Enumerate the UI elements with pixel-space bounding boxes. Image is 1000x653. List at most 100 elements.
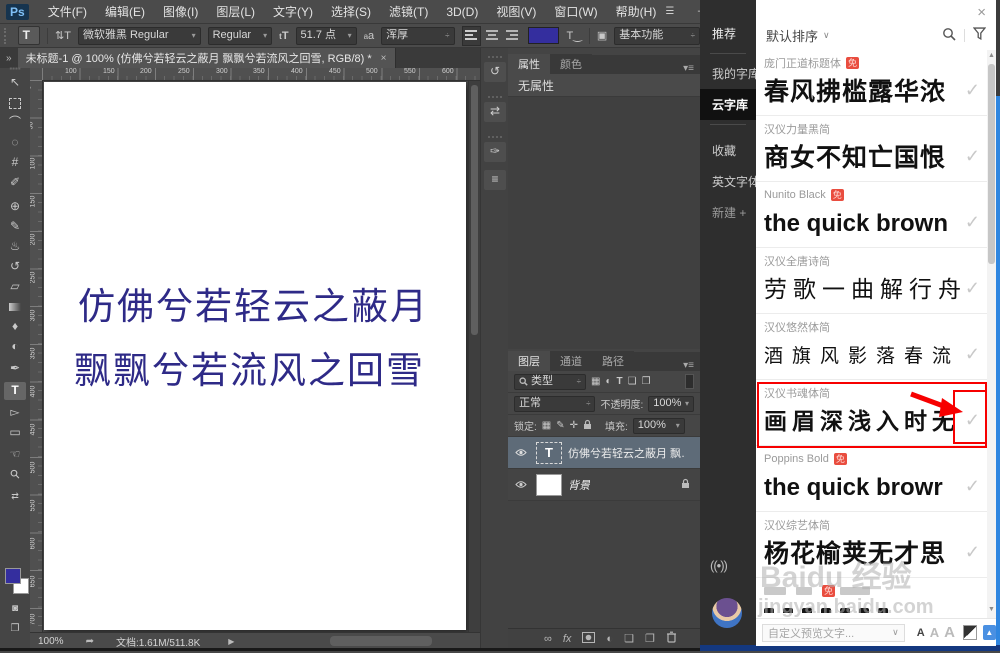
font-list-item[interactable]: Nunito Black免 the quick brown ✓ [756, 182, 996, 248]
scroll-up-icon[interactable]: ▲ [987, 52, 996, 59]
panel-menu-icon[interactable]: ▾≡ [677, 63, 700, 74]
layer-filter-select[interactable]: 类型÷ [514, 374, 586, 390]
filter-toggle[interactable] [685, 374, 694, 389]
custom-preview-input[interactable]: 自定义预览文字...∨ [762, 624, 905, 642]
clone-stamp-tool[interactable]: ♨ [4, 238, 26, 256]
canvas-text-line1[interactable]: 仿佛兮若轻云之蔽月 [78, 276, 429, 330]
preview-size-small[interactable]: A [917, 627, 925, 639]
type-tool-preset-icon[interactable]: T ▾ [18, 26, 40, 45]
share-icon[interactable]: ➦ [86, 636, 94, 647]
menu-item-3d[interactable]: 3D(D) [437, 5, 487, 19]
move-tool[interactable]: ↖ [4, 74, 26, 92]
broadcast-icon[interactable]: ((•)) [710, 558, 727, 573]
preview-size-medium[interactable]: A [930, 625, 939, 640]
dodge-tool[interactable]: ◐ [4, 338, 26, 356]
scroll-down-icon[interactable]: ▼ [987, 606, 996, 613]
check-icon[interactable]: ✓ [965, 80, 980, 101]
font-size-select[interactable]: 51.7 点▾ [296, 27, 357, 45]
canvas-vertical-scrollbar[interactable] [468, 81, 480, 632]
eyedropper-tool[interactable]: ✐ [4, 174, 26, 192]
document-tab[interactable]: 未标题-1 @ 100% (仿佛兮若轻云之蔽月 飘飘兮若流风之回雪, RGB/8… [18, 48, 396, 68]
history-brush-tool[interactable]: ↺ [4, 258, 26, 276]
pen-tool[interactable]: ✒ [4, 360, 26, 378]
align-left-button[interactable] [462, 26, 481, 46]
tool-presets-panel-icon[interactable]: ≡ [484, 170, 506, 190]
filter-shape-icon[interactable]: ❏ [628, 376, 637, 387]
toggle-panels-icon[interactable]: ▣ [597, 29, 607, 42]
text-layer-thumbnail[interactable]: T [536, 442, 562, 464]
font-list-item[interactable]: 汉仪力量黑简 商女不知亡国恨 ✓ [756, 116, 996, 182]
layer-row-text[interactable]: T 仿佛兮若轻云之蔽月 飘… [508, 437, 700, 469]
swap-colors-icon[interactable]: ⇄ [4, 488, 26, 506]
canvas-horizontal-scrollbar[interactable] [330, 636, 432, 646]
font-family-select[interactable]: 微软雅黑 Regular▾ [78, 27, 201, 45]
adjustment-layer-icon[interactable]: ◐ [606, 633, 613, 645]
sidebar-item-my-fonts[interactable]: 我的字库 [700, 58, 756, 89]
menu-item-filter[interactable]: 滤镜(T) [380, 3, 437, 20]
user-avatar[interactable] [712, 598, 742, 628]
panel-menu-icon[interactable]: ▾≡ [677, 360, 700, 371]
tab-color[interactable]: 颜色 [550, 54, 592, 74]
contrast-toggle-icon[interactable] [963, 625, 977, 640]
warp-text-icon[interactable]: T‿ [566, 29, 582, 42]
image-preview-icon[interactable]: ▲ [983, 625, 996, 640]
search-icon[interactable] [942, 27, 956, 44]
filter-icon[interactable] [973, 27, 986, 43]
marquee-tool[interactable] [4, 94, 26, 112]
tab-paths[interactable]: 路径 [592, 351, 634, 371]
link-layers-icon[interactable]: ∞ [544, 633, 552, 645]
scrollbar-thumb[interactable] [988, 64, 995, 264]
filter-adjustment-icon[interactable]: ◐ [605, 376, 611, 387]
filter-smart-icon[interactable]: ❐ [642, 376, 651, 387]
quick-mask-icon[interactable]: ◙ [4, 600, 26, 618]
check-icon[interactable]: ✓ [965, 278, 980, 299]
quick-selection-tool[interactable]: ◌ [4, 134, 26, 152]
lock-paint-icon[interactable]: ✎ [556, 420, 564, 431]
font-list-item[interactable]: Poppins Bold免 the quick browr ✓ [756, 446, 996, 512]
sidebar-item-new[interactable]: 新建 + [700, 197, 756, 228]
clone-source-panel-icon[interactable]: ⇄ [484, 102, 506, 122]
document-canvas[interactable]: 仿佛兮若轻云之蔽月 飘飘兮若流风之回雪 [44, 82, 466, 630]
opacity-select[interactable]: 100%▾ [648, 396, 694, 412]
layer-name[interactable]: 背景 [568, 477, 590, 493]
menu-item-file[interactable]: 文件(F) [39, 3, 96, 20]
new-group-icon[interactable]: ❏ [624, 632, 634, 645]
lock-move-icon[interactable]: ✛ [570, 420, 578, 431]
font-panel-close-icon[interactable]: × [977, 4, 986, 21]
sidebar-item-favorites[interactable]: 收藏 [700, 135, 756, 166]
menu-item-type[interactable]: 文字(Y) [264, 3, 322, 20]
layer-style-icon[interactable]: fx [563, 633, 572, 645]
font-list-item[interactable]: 汉仪全唐诗简 劳歌一曲解行舟 ✓ [756, 248, 996, 314]
workspace-select[interactable]: 基本功能÷ [614, 27, 700, 45]
check-icon[interactable]: ✓ [965, 212, 980, 233]
filter-type-icon[interactable]: T [617, 376, 623, 387]
type-tool[interactable]: T [4, 382, 26, 400]
status-flyout-icon[interactable]: ▶ [228, 637, 234, 646]
sidebar-item-cloud-fonts[interactable]: 云字库 [700, 89, 756, 120]
menu-item-help[interactable]: 帮助(H) [607, 3, 666, 20]
lock-transparent-icon[interactable]: ▦ [542, 420, 551, 431]
foreground-color-swatch[interactable] [5, 568, 21, 584]
zoom-tool[interactable]: ⚲ [4, 466, 26, 484]
hand-tool[interactable]: ☜ [4, 446, 26, 464]
sidebar-item-recommended[interactable]: 推荐 [700, 18, 756, 49]
visibility-eye-icon[interactable] [512, 478, 530, 492]
preview-size-large[interactable]: A [944, 624, 955, 641]
menu-item-image[interactable]: 图像(I) [154, 3, 207, 20]
brush-presets-panel-icon[interactable]: ✑ [484, 142, 506, 162]
check-icon[interactable]: ✓ [965, 542, 980, 563]
anti-alias-select[interactable]: 浑厚÷ [381, 27, 454, 45]
delete-layer-icon[interactable] [666, 631, 677, 646]
font-list-item[interactable]: 庞门正道标题体免 春风拂槛露华浓 ✓ [756, 50, 996, 116]
menu-item-select[interactable]: 选择(S) [322, 3, 380, 20]
check-icon[interactable]: ✓ [965, 344, 980, 365]
path-selection-tool[interactable]: ▻ [4, 404, 26, 422]
layer-mask-icon[interactable] [582, 632, 595, 646]
menu-item-window[interactable]: 窗口(W) [545, 3, 606, 20]
tab-channels[interactable]: 通道 [550, 351, 592, 371]
text-color-swatch[interactable] [528, 27, 560, 44]
zoom-level[interactable]: 100% [38, 636, 64, 647]
brush-tool[interactable]: ✎ [4, 218, 26, 236]
gradient-tool[interactable] [4, 298, 26, 316]
align-right-button[interactable] [504, 27, 521, 45]
